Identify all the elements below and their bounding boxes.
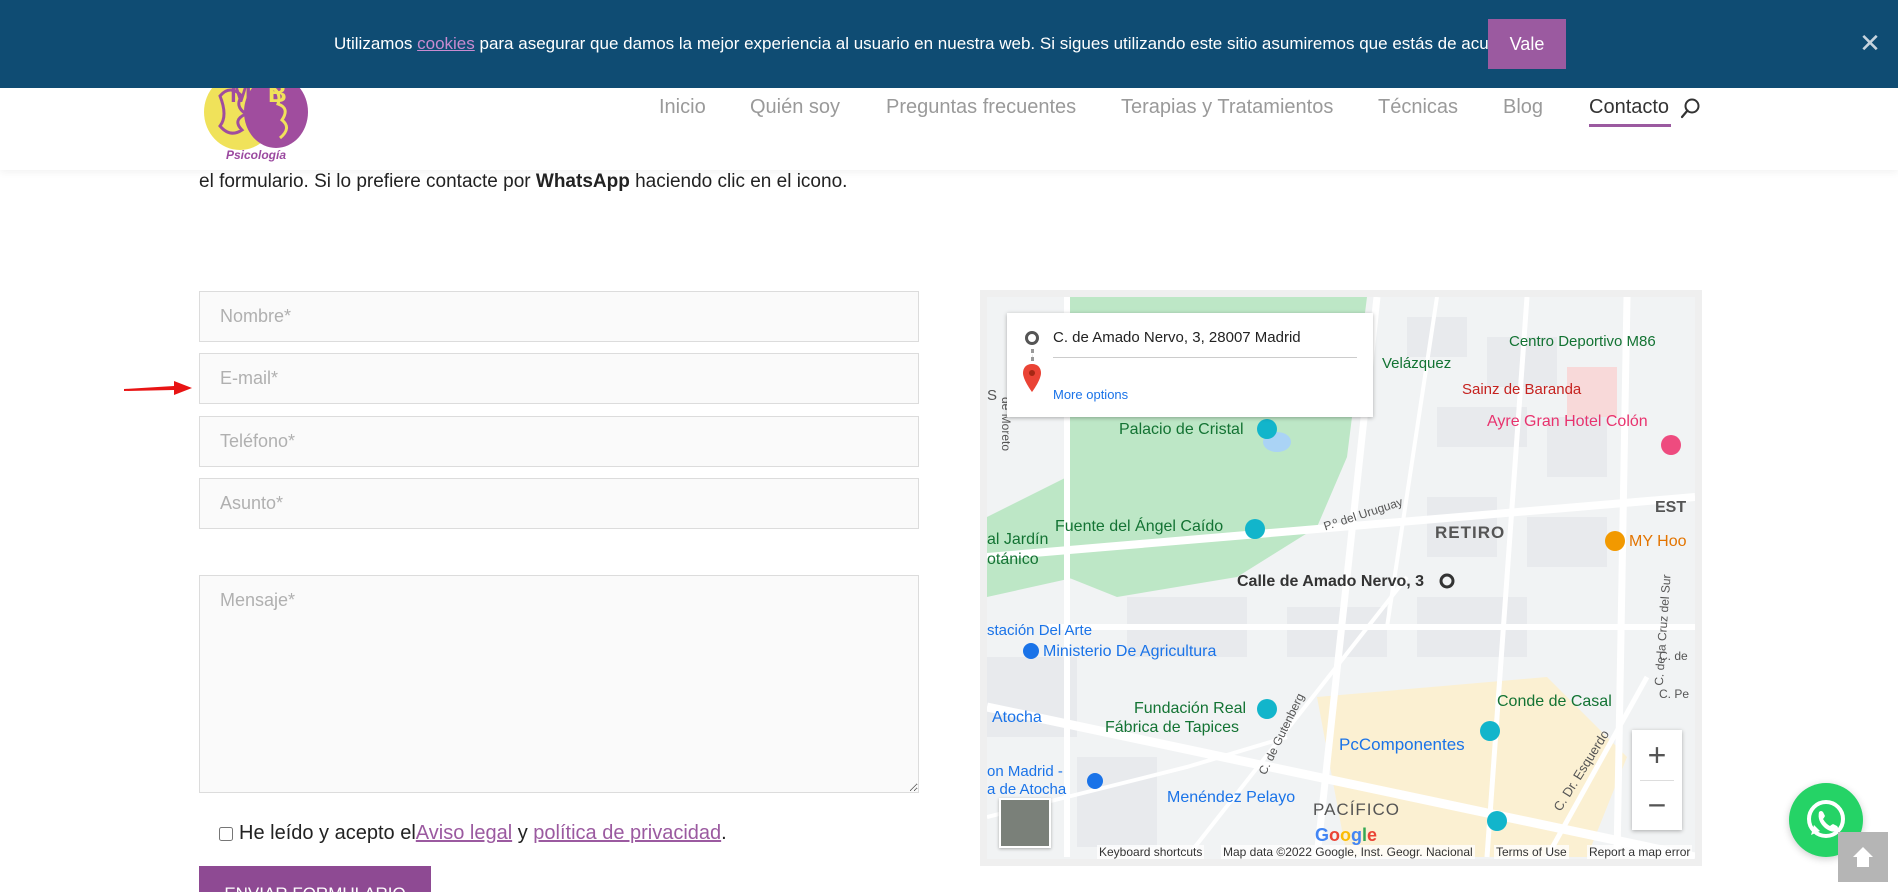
cookie-message: Utilizamos cookies para asegurar que dam…	[334, 34, 1527, 54]
map-label-palacio-cristal: Palacio de Cristal	[1119, 421, 1244, 438]
map-label-botanico: otánico	[987, 551, 1039, 568]
name-field[interactable]	[199, 291, 919, 342]
map-label-pccomponentes: PcComponentes	[1339, 735, 1465, 754]
back-to-top-button[interactable]	[1838, 832, 1888, 882]
map-address: C. de Amado Nervo, 3, 28007 Madrid	[1053, 329, 1301, 346]
nav-item-blog[interactable]: Blog	[1503, 96, 1543, 119]
google-logo-letter-2: o	[1329, 825, 1341, 845]
map-label-centro-deportivo: Centro Deportivo M86	[1509, 333, 1656, 350]
email-field[interactable]	[199, 353, 919, 404]
cookies-link[interactable]: cookies	[417, 34, 475, 53]
map-data-attribution: Map data ©2022 Google, Inst. Geogr. Naci…	[1221, 845, 1475, 859]
map-label-menendez-pelayo: Menéndez Pelayo	[1167, 789, 1296, 806]
message-field[interactable]	[199, 575, 919, 793]
nav-item-contacto[interactable]: Contacto	[1589, 96, 1669, 119]
map-footer: Keyboard shortcuts Map data ©2022 Google…	[987, 845, 1695, 859]
consent-checkbox[interactable]	[219, 826, 233, 841]
map-label-estacion-arte: stación Del Arte	[987, 622, 1093, 639]
logo-text: Psicología	[226, 148, 287, 162]
map-label-s: S	[987, 387, 998, 404]
satellite-toggle[interactable]	[999, 798, 1051, 848]
map-label-c-pe: C. Pe	[1659, 687, 1690, 701]
route-dots	[1031, 349, 1034, 361]
intro-text-after: haciendo clic en el icono.	[629, 171, 848, 192]
map-label-amado-nervo: Calle de Amado Nervo, 3	[1237, 573, 1425, 590]
nav-item-inicio[interactable]: Inicio	[659, 96, 706, 119]
cookie-banner: Utilizamos cookies para asegurar que dam…	[0, 0, 1898, 88]
consent-and-text: y	[512, 822, 534, 844]
google-map[interactable]: Centro Deportivo M86 Velázquez Sainz de …	[980, 290, 1702, 866]
report-map-error-link[interactable]: Report a map error	[1587, 845, 1693, 859]
zoom-controls: + −	[1632, 730, 1682, 830]
search-icon[interactable]	[1680, 97, 1702, 119]
origin-marker-icon	[1025, 331, 1039, 345]
more-options-link[interactable]: More options	[1053, 387, 1128, 402]
map-directions-card: C. de Amado Nervo, 3, 28007 Madrid More …	[1007, 313, 1373, 417]
cookie-text-before: Utilizamos	[334, 34, 418, 53]
map-label-c-de: C. de	[1659, 649, 1688, 663]
map-label-velazquez: Velázquez	[1382, 355, 1452, 372]
cookie-text-after: para asegurar que damos la mejor experie…	[474, 34, 1528, 53]
consent-row: He leído y acepto el Aviso legal y polít…	[219, 822, 727, 845]
consent-period: .	[721, 822, 727, 844]
google-logo-letter-4: g	[1351, 825, 1363, 845]
nav-item-terapias[interactable]: Terapias y Tratamientos	[1121, 96, 1333, 119]
google-logo-letter-3: o	[1340, 825, 1352, 845]
map-label-ayre-hotel: Ayre Gran Hotel Colón	[1487, 413, 1648, 430]
location-pin-icon	[1023, 364, 1041, 392]
google-logo-letter-1: G	[1315, 825, 1330, 845]
keyboard-shortcuts-link[interactable]: Keyboard shortcuts	[1097, 845, 1205, 859]
accept-cookies-button[interactable]: Vale	[1488, 19, 1566, 69]
map-label-madrid-atocha-1: on Madrid -	[987, 763, 1063, 780]
consent-text: He leído y acepto el	[239, 822, 416, 844]
nav-item-tecnicas[interactable]: Técnicas	[1378, 96, 1458, 119]
map-label-sainz-de-baranda: Sainz de Baranda	[1462, 381, 1582, 398]
privacy-policy-link[interactable]: política de privacidad	[533, 822, 721, 845]
map-label-conde-casal: Conde de Casal	[1497, 693, 1612, 710]
map-label-my-hoo: MY Hoo	[1629, 533, 1687, 550]
subject-field[interactable]	[199, 478, 919, 529]
map-label-est: EST	[1655, 499, 1687, 516]
map-label-ministerio: Ministerio De Agricultura	[1043, 643, 1217, 660]
map-label-retiro: RETIRO	[1435, 523, 1506, 542]
submit-button[interactable]: ENVIAR FORMULARIO	[199, 866, 431, 892]
intro-text: el formulario. Si lo prefiere contacte p…	[199, 171, 847, 193]
intro-text-before: el formulario. Si lo prefiere contacte p…	[199, 171, 536, 192]
close-icon[interactable]: ✕	[1858, 28, 1882, 58]
map-label-madrid-atocha-2: a de Atocha	[987, 781, 1067, 798]
map-label-fuente-angel: Fuente del Ángel Caído	[1055, 518, 1224, 535]
zoom-out-button[interactable]: −	[1632, 780, 1682, 830]
map-label-jardin: al Jardín	[987, 531, 1049, 548]
red-arrow-icon	[124, 381, 192, 395]
card-divider	[1053, 357, 1357, 358]
intro-whatsapp-bold: WhatsApp	[535, 171, 630, 192]
legal-notice-link[interactable]: Aviso legal	[416, 822, 512, 845]
terms-of-use-link[interactable]: Terms of Use	[1494, 845, 1569, 859]
google-logo: Google	[1315, 825, 1377, 846]
phone-field[interactable]	[199, 416, 919, 467]
zoom-in-button[interactable]: +	[1632, 730, 1682, 780]
map-label-fabrica-tapices: Fábrica de Tapices	[1105, 719, 1239, 736]
map-label-pacifico: PACÍFICO	[1313, 800, 1401, 819]
map-label-fundacion-real: Fundación Real	[1134, 700, 1247, 717]
nav-active-underline	[1589, 124, 1671, 127]
map-label-atocha: Atocha	[992, 709, 1042, 726]
nav-item-quien-soy[interactable]: Quién soy	[750, 96, 840, 119]
arrow-up-icon	[1853, 847, 1873, 867]
nav-item-preguntas-frecuentes[interactable]: Preguntas frecuentes	[886, 96, 1076, 119]
google-logo-letter-6: e	[1367, 825, 1378, 845]
